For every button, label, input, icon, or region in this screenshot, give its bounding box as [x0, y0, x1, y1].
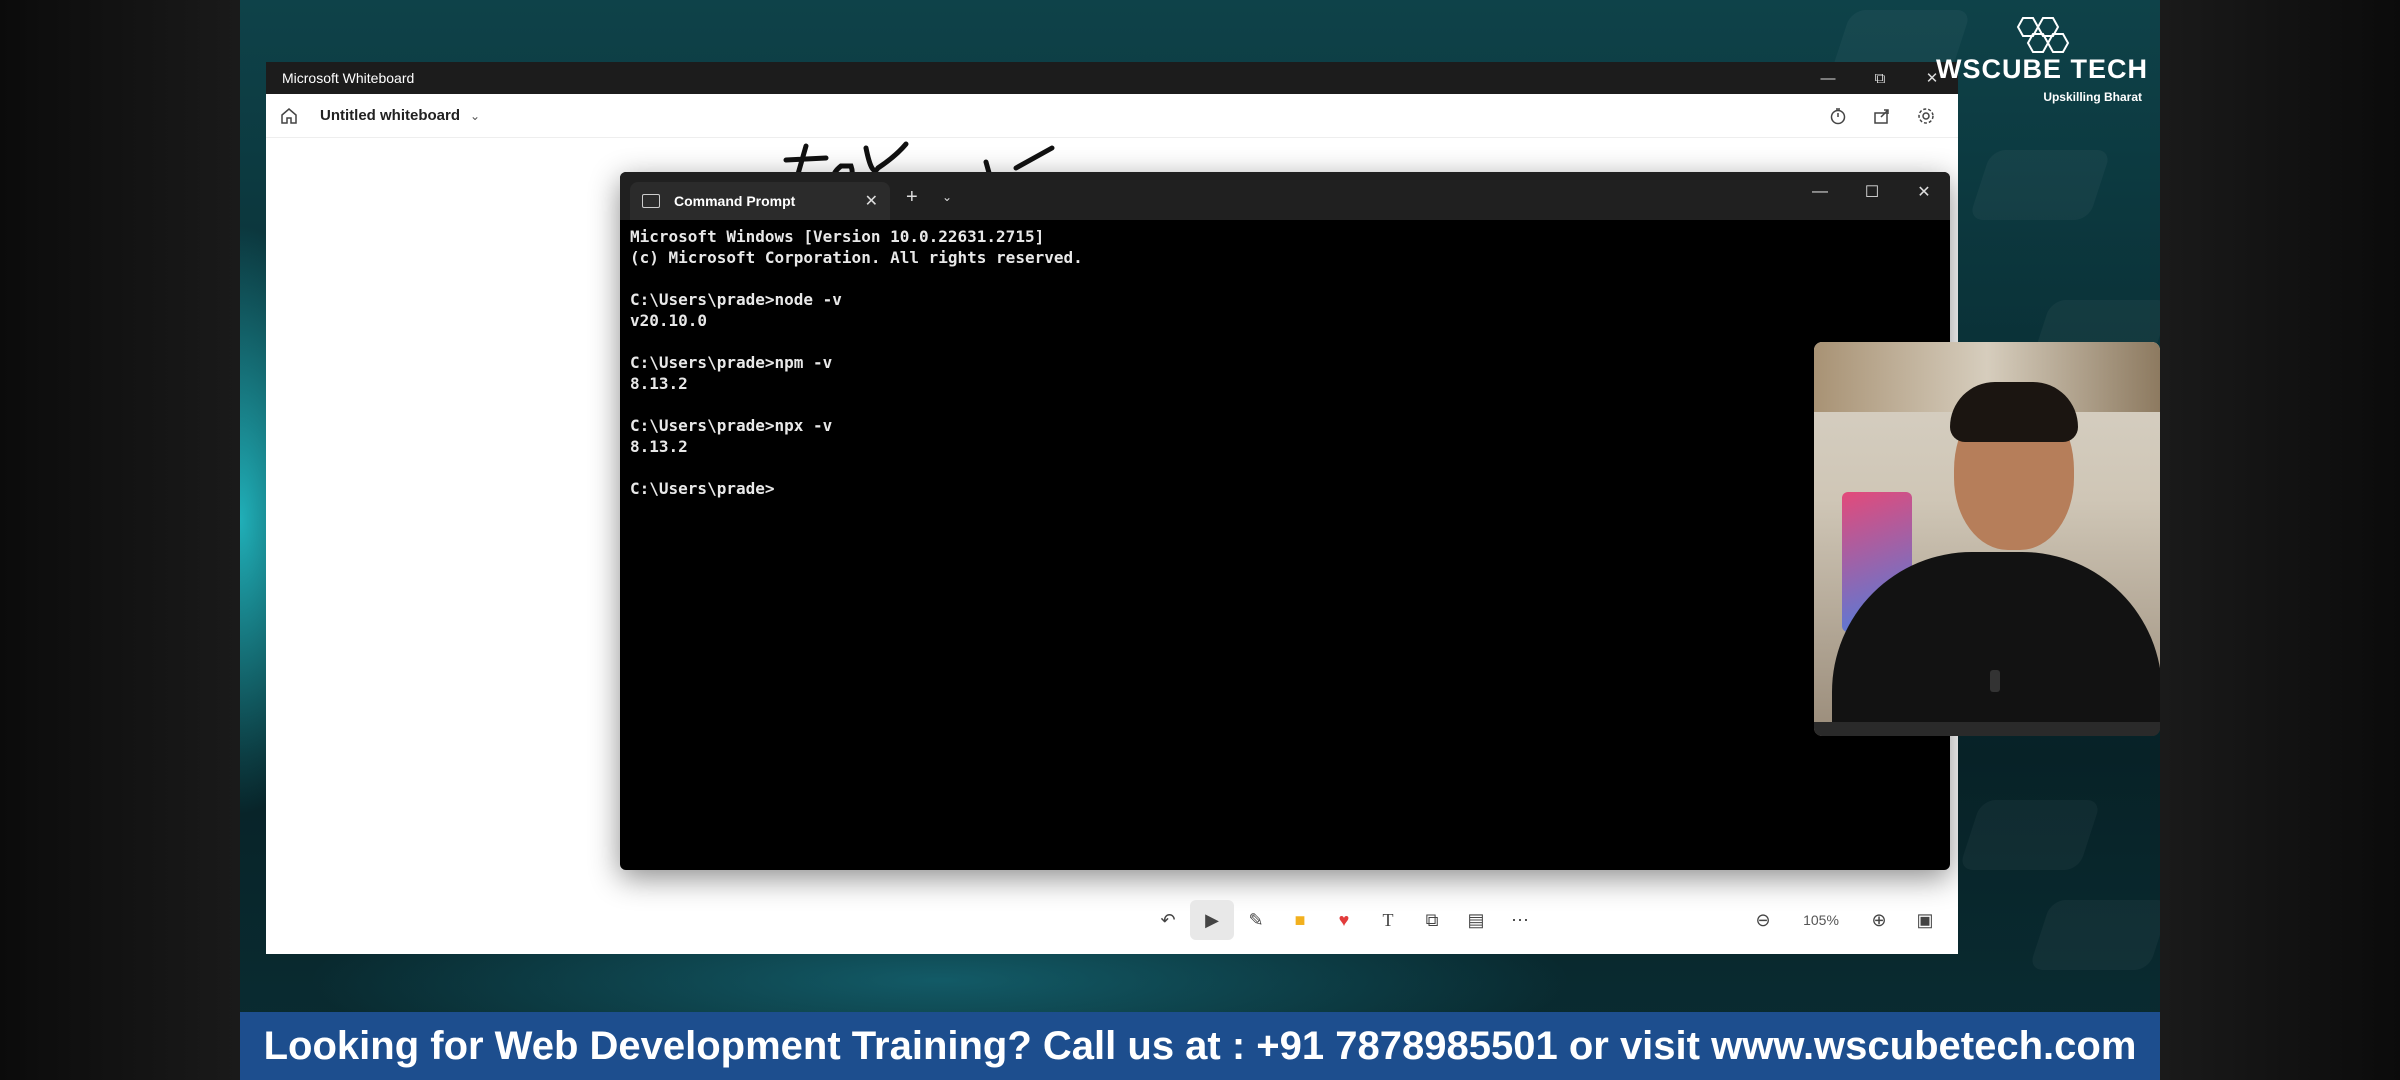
zoom-controls: ⊖ 105% ⊕ ▣: [1740, 900, 1948, 940]
drawing-toolbar: ↶ ▶ ✎ ■ ♥ T ⧉ ▤ ⋯: [1146, 900, 1542, 940]
select-tool-icon[interactable]: ▶: [1190, 900, 1234, 940]
command-prompt-window: Command Prompt ✕ + ⌄ — ☐ ✕ Microsoft Win…: [620, 172, 1950, 870]
brand-logo: WsCube Tech Upskilling Bharat: [1936, 14, 2148, 104]
maximize-button[interactable]: ☐: [1846, 172, 1898, 212]
webcam-overlay: [1814, 342, 2160, 736]
whiteboard-toolbar: Untitled whiteboard ⌄: [266, 94, 1958, 138]
shapes-tool-icon[interactable]: ⧉: [1410, 900, 1454, 940]
zoom-level: 105%: [1803, 912, 1839, 928]
more-options-icon[interactable]: ⋯: [1498, 900, 1542, 940]
reaction-heart-icon[interactable]: ♥: [1322, 900, 1366, 940]
document-name[interactable]: Untitled whiteboard: [320, 107, 460, 124]
pen-tool-icon[interactable]: ✎: [1234, 900, 1278, 940]
text-tool-icon[interactable]: T: [1366, 900, 1410, 940]
tab-command-prompt[interactable]: Command Prompt ✕: [630, 182, 890, 220]
presenter-hair: [1950, 382, 2078, 442]
minimize-button[interactable]: —: [1794, 172, 1846, 212]
terminal-prompt[interactable]: C:\Users\prade>: [630, 478, 1940, 499]
laptop-edge: [1814, 722, 2160, 736]
home-icon[interactable]: [280, 105, 302, 127]
terminal-line: 8.13.2: [630, 374, 688, 393]
terminal-line: C:\Users\prade>npx -v: [630, 416, 833, 435]
bg-hex: [2028, 900, 2160, 970]
close-button[interactable]: ✕: [1898, 172, 1950, 212]
share-icon[interactable]: [1860, 107, 1904, 125]
undo-icon[interactable]: ↶: [1146, 900, 1190, 940]
terminal-line: (c) Microsoft Corporation. All rights re…: [630, 248, 1083, 267]
logo-brand-text: WsCube Tech: [1936, 54, 2148, 84]
template-tool-icon[interactable]: ▤: [1454, 900, 1498, 940]
tab-title: Command Prompt: [674, 193, 796, 209]
terminal-line: C:\Users\prade>node -v: [630, 290, 842, 309]
bg-hex: [1958, 800, 2102, 870]
video-frame: Microsoft Whiteboard — ⧉ ✕ Untitled whit…: [240, 0, 2160, 1080]
new-tab-button[interactable]: +: [906, 186, 918, 209]
logo-hexagons-icon: [2016, 17, 2070, 53]
minimize-button[interactable]: —: [1802, 62, 1854, 94]
close-tab-icon[interactable]: ✕: [865, 191, 878, 211]
chevron-down-icon[interactable]: ⌄: [470, 109, 480, 123]
whiteboard-canvas[interactable]: Command Prompt ✕ + ⌄ — ☐ ✕ Microsoft Win…: [266, 138, 1958, 954]
chevron-down-icon[interactable]: ⌄: [942, 190, 952, 204]
restore-button[interactable]: ⧉: [1854, 62, 1906, 94]
bg-hex: [1968, 150, 2112, 220]
promo-banner-text: Looking for Web Development Training? Ca…: [263, 1023, 2137, 1068]
terminal-line: 8.13.2: [630, 437, 688, 456]
command-prompt-tabbar: Command Prompt ✕ + ⌄ — ☐ ✕: [620, 172, 1950, 220]
settings-icon[interactable]: [1904, 107, 1948, 125]
terminal-output[interactable]: Microsoft Windows [Version 10.0.22631.27…: [620, 220, 1950, 505]
zoom-out-icon[interactable]: ⊖: [1740, 900, 1786, 940]
terminal-icon: [642, 194, 660, 208]
terminal-line: C:\Users\prade>npm -v: [630, 353, 833, 372]
whiteboard-titlebar: Microsoft Whiteboard — ⧉ ✕: [266, 62, 1958, 94]
lapel-mic: [1990, 670, 2000, 692]
timer-icon[interactable]: [1816, 107, 1860, 125]
terminal-line: v20.10.0: [630, 311, 708, 330]
promo-banner: Looking for Web Development Training? Ca…: [240, 1012, 2160, 1080]
fit-to-screen-icon[interactable]: ▣: [1902, 900, 1948, 940]
zoom-in-icon[interactable]: ⊕: [1856, 900, 1902, 940]
left-letterbox: [0, 0, 240, 1080]
sticky-note-icon[interactable]: ■: [1278, 900, 1322, 940]
right-letterbox: [2160, 0, 2400, 1080]
whiteboard-app-title: Microsoft Whiteboard: [282, 70, 415, 86]
whiteboard-window: Microsoft Whiteboard — ⧉ ✕ Untitled whit…: [266, 62, 1958, 954]
logo-tagline: Upskilling Bharat: [2043, 90, 2142, 104]
terminal-line: Microsoft Windows [Version 10.0.22631.27…: [630, 227, 1045, 246]
